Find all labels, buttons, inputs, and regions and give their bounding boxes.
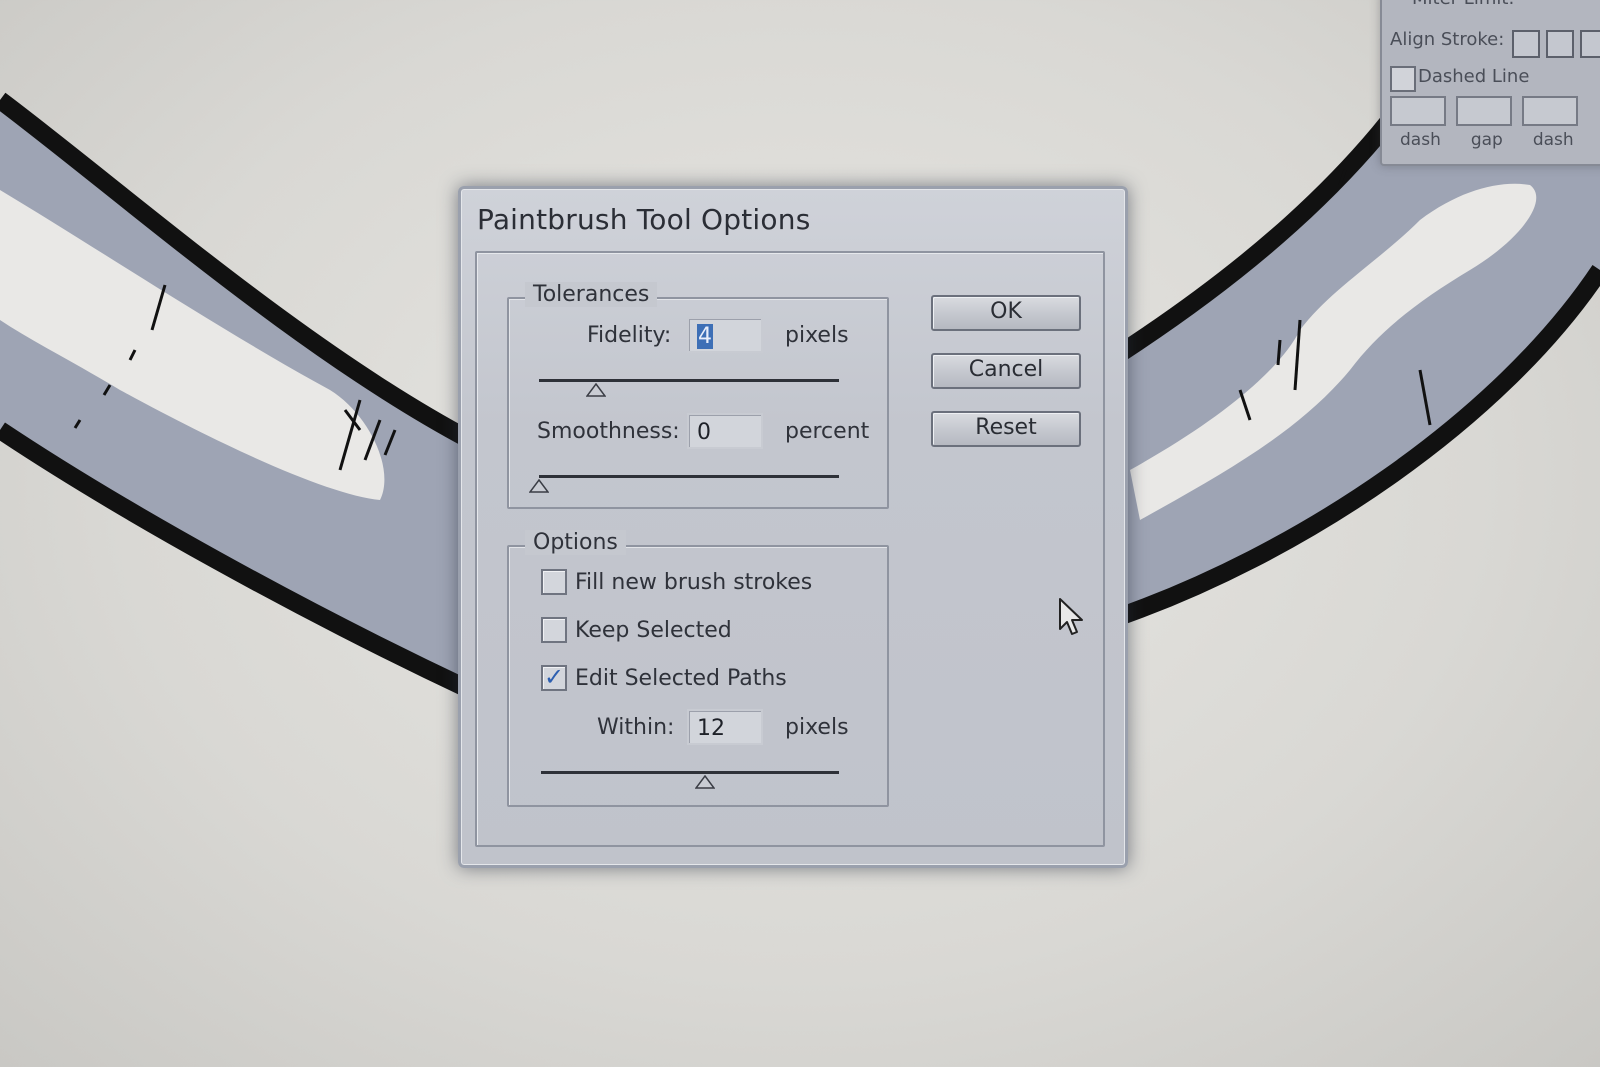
fill-new-brush-strokes-option[interactable]: Fill new brush strokes xyxy=(541,567,812,597)
miter-limit-label: Miter Limit: xyxy=(1412,0,1514,9)
options-group: Options Fill new brush strokes Keep Sele… xyxy=(507,530,889,807)
dash-label: dash xyxy=(1532,130,1574,150)
dashed-line-label: Dashed Line xyxy=(1418,66,1530,87)
options-legend: Options xyxy=(525,530,626,555)
smoothness-slider-track xyxy=(539,475,839,478)
within-unit: pixels xyxy=(785,715,849,740)
gap-label: gap xyxy=(1470,130,1503,150)
dash-field[interactable] xyxy=(1522,96,1578,126)
dash-gap-labels: dash gap dash xyxy=(1400,130,1574,150)
smoothness-unit: percent xyxy=(785,419,870,444)
edit-selected-paths-checkbox[interactable]: ✓ xyxy=(541,663,567,691)
fidelity-unit: pixels xyxy=(785,323,849,348)
cancel-button[interactable]: Cancel xyxy=(931,353,1081,389)
tolerances-group: Tolerances Fidelity: 4 pixels Smoothness… xyxy=(507,282,889,509)
dash-gap-fields xyxy=(1390,96,1578,126)
fill-new-brush-strokes-checkbox[interactable] xyxy=(541,569,567,595)
align-outside-icon[interactable] xyxy=(1580,30,1600,58)
smoothness-input[interactable]: 0 xyxy=(687,413,763,449)
dash-label: dash xyxy=(1400,130,1441,150)
fidelity-slider-track xyxy=(539,379,839,382)
align-center-icon[interactable] xyxy=(1512,30,1540,58)
within-label: Within: xyxy=(597,715,675,740)
dashed-line-checkbox[interactable] xyxy=(1390,66,1416,92)
align-stroke-label: Align Stroke: xyxy=(1390,29,1505,50)
smoothness-slider[interactable] xyxy=(529,473,839,497)
keep-selected-option[interactable]: Keep Selected xyxy=(541,615,732,645)
smoothness-label: Smoothness: xyxy=(537,419,680,444)
checkmark-icon: ✓ xyxy=(544,663,565,691)
ok-button[interactable]: OK xyxy=(931,295,1081,331)
dash-field[interactable] xyxy=(1390,96,1446,126)
align-inside-icon[interactable] xyxy=(1546,30,1574,58)
align-stroke-buttons xyxy=(1512,30,1600,58)
edit-selected-paths-label: Edit Selected Paths xyxy=(575,665,787,691)
tolerances-legend: Tolerances xyxy=(525,282,658,307)
paintbrush-options-dialog: Paintbrush Tool Options Tolerances Fidel… xyxy=(458,186,1128,868)
within-input[interactable]: 12 xyxy=(687,709,763,745)
fidelity-slider[interactable] xyxy=(539,377,839,401)
keep-selected-checkbox[interactable] xyxy=(541,617,567,643)
reset-button[interactable]: Reset xyxy=(931,411,1081,447)
dialog-title: Paintbrush Tool Options xyxy=(477,203,811,236)
fidelity-value: 4 xyxy=(697,324,713,349)
fidelity-input[interactable]: 4 xyxy=(687,317,763,353)
edit-selected-paths-option[interactable]: ✓ Edit Selected Paths xyxy=(541,663,787,693)
within-slider[interactable] xyxy=(541,769,839,793)
dialog-content: Tolerances Fidelity: 4 pixels Smoothness… xyxy=(475,251,1105,847)
stroke-panel: Miter Limit: Align Stroke: Dashed Line d… xyxy=(1380,0,1600,166)
fidelity-label: Fidelity: xyxy=(587,323,672,348)
fill-new-brush-strokes-label: Fill new brush strokes xyxy=(575,569,813,595)
within-slider-track xyxy=(541,771,839,774)
mouse-pointer-icon xyxy=(1059,598,1083,635)
gap-field[interactable] xyxy=(1456,96,1512,126)
keep-selected-label: Keep Selected xyxy=(575,617,732,643)
